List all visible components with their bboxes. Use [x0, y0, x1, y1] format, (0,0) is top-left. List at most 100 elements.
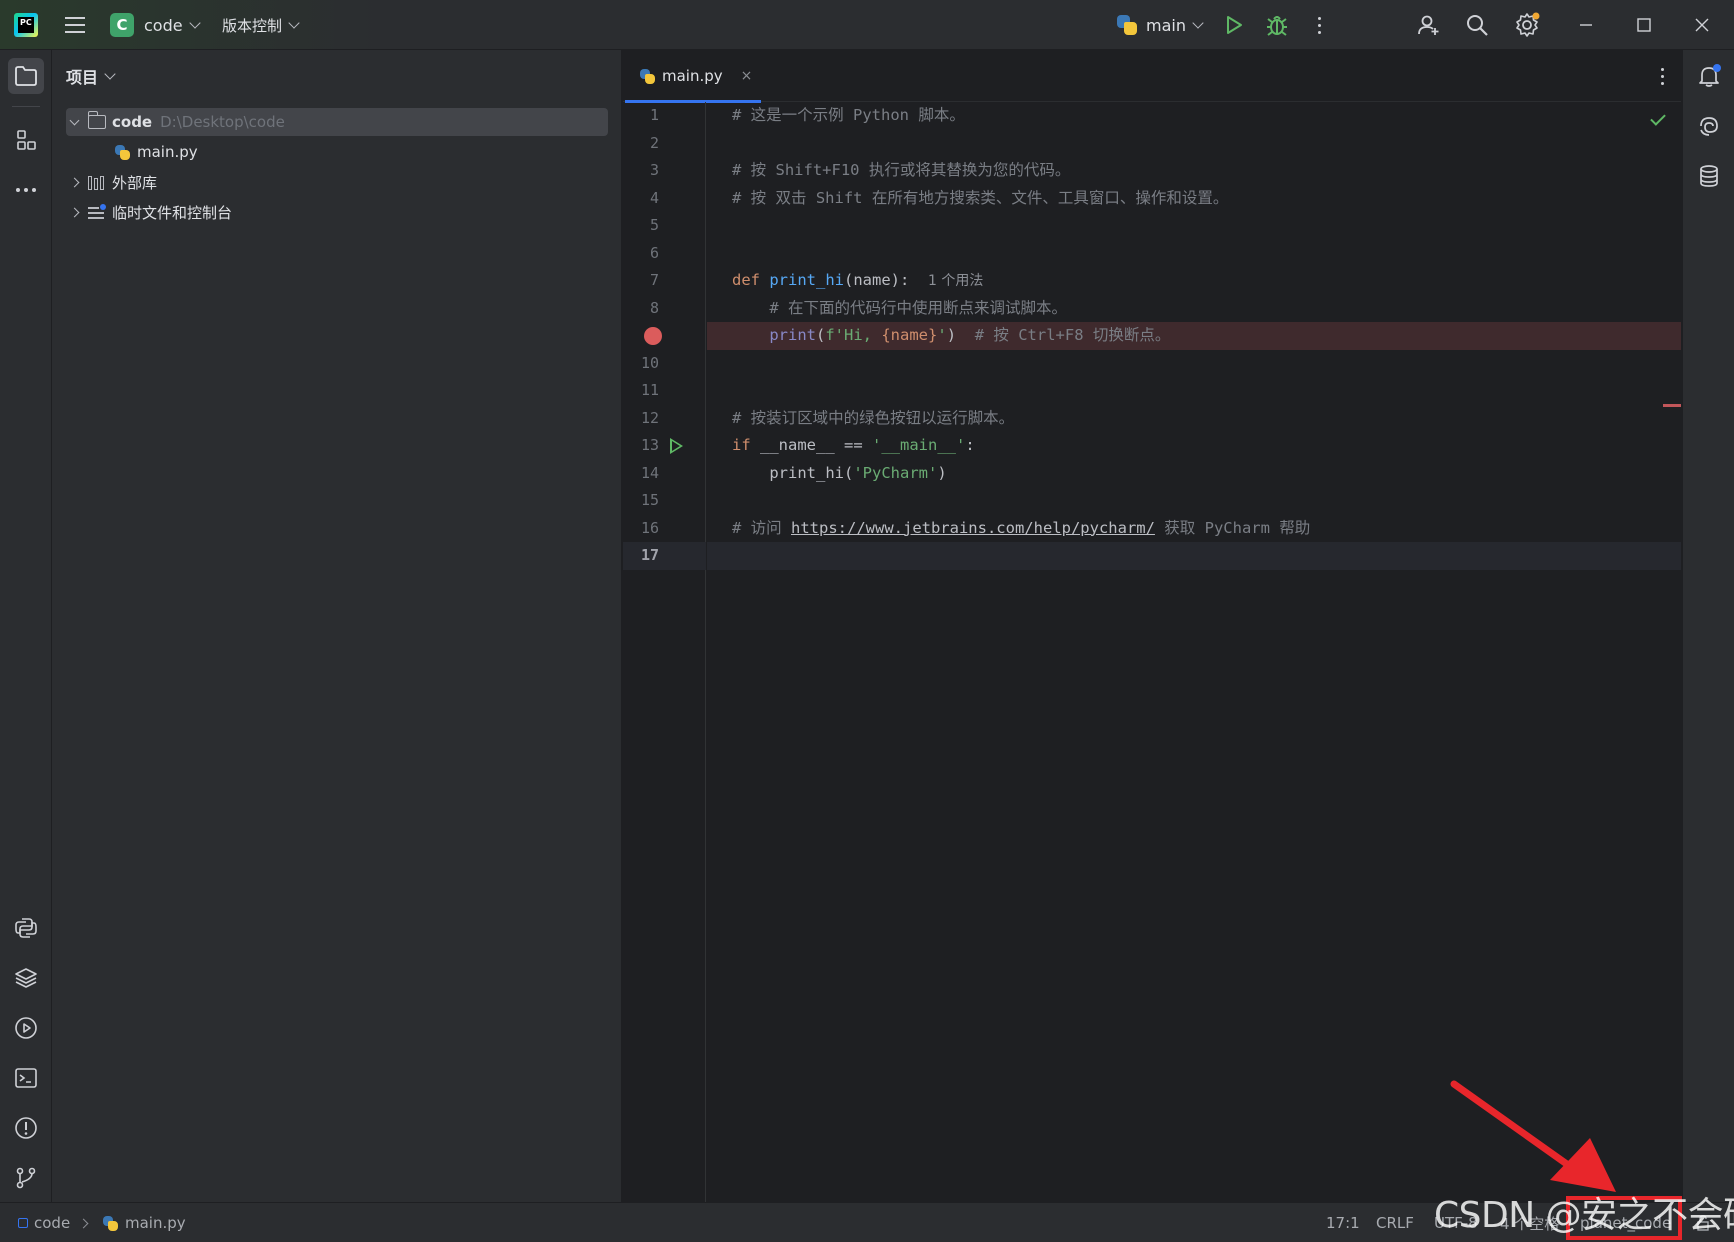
- string: f'Hi,: [825, 326, 882, 344]
- comment: # 按 Ctrl+F8 切换断点。: [974, 326, 1171, 344]
- close-icon[interactable]: [1682, 0, 1722, 50]
- settings-icon[interactable]: [1514, 0, 1540, 50]
- python-packages-icon[interactable]: [8, 960, 44, 996]
- python-console-icon[interactable]: [8, 910, 44, 946]
- code-line[interactable]: def print_hi(name): 1 个用法: [707, 267, 1681, 295]
- expand-arrow-icon[interactable]: [66, 204, 82, 220]
- right-tool-strip: [1682, 50, 1734, 1202]
- debug-button[interactable]: [1266, 0, 1288, 50]
- code-text: :: [965, 436, 975, 454]
- project-folder-icon[interactable]: [8, 58, 44, 94]
- debug-icon: [1267, 16, 1287, 36]
- tab-main-py[interactable]: main.py ×: [623, 50, 761, 103]
- line-number: 7: [649, 271, 659, 289]
- line-number: 5: [649, 216, 659, 234]
- git-icon[interactable]: [8, 1160, 44, 1196]
- ai-assistant-icon[interactable]: [1691, 108, 1727, 144]
- vcs-menu[interactable]: 版本控制: [222, 0, 300, 50]
- function-name: print_hi: [769, 271, 844, 289]
- string: 'PyCharm': [853, 463, 938, 482]
- line-separator[interactable]: CRLF: [1376, 1203, 1414, 1242]
- pycharm-logo-icon[interactable]: PC: [14, 13, 38, 37]
- comment: # 按 Shift+F10 执行或将其替换为您的代码。: [732, 161, 1071, 179]
- project-panel: 项目 code D:\Desktop\code main.py 外部库 临时文件…: [52, 50, 622, 1202]
- project-badge[interactable]: C: [110, 13, 134, 37]
- maximize-icon[interactable]: [1624, 0, 1664, 50]
- comment: 获取 PyCharm 帮助: [1154, 518, 1311, 537]
- code-line[interactable]: # 访问 https://www.jetbrains.com/help/pych…: [707, 515, 1681, 543]
- problems-icon[interactable]: [8, 1110, 44, 1146]
- project-panel-header[interactable]: 项目: [66, 64, 116, 88]
- terminal-icon[interactable]: [8, 1060, 44, 1096]
- breakpoint-line[interactable]: print(f'Hi, {name}') # 按 Ctrl+F8 切换断点。: [707, 322, 1681, 350]
- left-tool-strip: [0, 50, 52, 1202]
- expand-arrow-icon[interactable]: [66, 174, 82, 190]
- hamburger-menu-icon[interactable]: [62, 0, 88, 50]
- strip-separator: [12, 106, 40, 107]
- database-icon[interactable]: [1691, 158, 1727, 194]
- caret-position[interactable]: 17:1: [1326, 1203, 1360, 1242]
- tree-item-main-py[interactable]: main.py: [114, 138, 608, 166]
- code-text: ): [946, 326, 957, 344]
- line-number: 15: [640, 491, 659, 509]
- services-icon[interactable]: [8, 1010, 44, 1046]
- line-number: 13: [640, 436, 659, 454]
- tab-more-icon[interactable]: [1657, 66, 1667, 86]
- code-line[interactable]: # 这是一个示例 Python 脚本。: [707, 102, 1681, 130]
- more-actions-icon[interactable]: [1314, 0, 1324, 50]
- search-icon[interactable]: [1464, 0, 1490, 50]
- breakpoint-icon[interactable]: [644, 327, 662, 345]
- line-number: 2: [649, 133, 659, 152]
- project-name: code: [144, 15, 183, 35]
- python-file-icon: [639, 68, 656, 85]
- help-link[interactable]: https://www.jetbrains.com/help/pycharm/: [791, 519, 1155, 537]
- tab-label: main.py: [662, 67, 723, 85]
- notification-badge: [1713, 64, 1721, 72]
- run-config-selector[interactable]: main: [1116, 0, 1204, 50]
- code-line[interactable]: # 在下面的代码行中使用断点来调试脚本。: [707, 295, 1681, 323]
- breadcrumb-file[interactable]: main.py: [102, 1203, 186, 1242]
- chevron-down-icon: [104, 67, 116, 80]
- title-bar: PC C code 版本控制 main: [0, 0, 1734, 50]
- usage-hint[interactable]: 1 个用法: [928, 273, 983, 289]
- code-line[interactable]: if __name__ == '__main__':: [707, 432, 1681, 460]
- line-number: 8: [649, 298, 659, 317]
- code-line[interactable]: # 按 Shift+F10 执行或将其替换为您的代码。: [707, 157, 1681, 185]
- code-line[interactable]: # 按装订区域中的绿色按钮以运行脚本。: [707, 405, 1681, 433]
- chevron-down-icon: [288, 16, 300, 29]
- run-config-label: main: [1146, 15, 1186, 35]
- code-area[interactable]: # 这是一个示例 Python 脚本。 # 按 Shift+F10 执行或将其替…: [707, 102, 1681, 1202]
- tree-item-root[interactable]: code D:\Desktop\code: [66, 108, 608, 136]
- project-switcher[interactable]: code: [144, 0, 201, 50]
- tree-item-path: D:\Desktop\code: [160, 113, 285, 131]
- editor-gutter[interactable]: 1 2 3 4 5 6 7 8 10 11 12 13 14 15 16 17: [623, 102, 706, 1202]
- run-button[interactable]: [1224, 0, 1244, 50]
- notifications-icon[interactable]: [1691, 58, 1727, 94]
- scrollbar-breakpoint-marker[interactable]: [1663, 404, 1681, 407]
- annotation-arrow-icon: [1450, 1080, 1616, 1192]
- code-text: (name):: [844, 271, 910, 289]
- comment: # 按 双击 Shift 在所有地方搜索类、文件、工具窗口、操作和设置。: [732, 188, 1229, 207]
- code-line[interactable]: print_hi('PyCharm'): [707, 460, 1681, 488]
- close-tab-icon[interactable]: ×: [741, 68, 753, 84]
- structure-icon[interactable]: [8, 122, 44, 158]
- fstring-expr: {name}: [881, 326, 938, 344]
- comment: # 按装订区域中的绿色按钮以运行脚本。: [732, 408, 1015, 427]
- breadcrumb-project[interactable]: code: [18, 1203, 70, 1242]
- tree-item-external-libs[interactable]: 外部库: [66, 168, 608, 196]
- tree-item-label: main.py: [137, 143, 198, 161]
- line-number: 11: [640, 381, 659, 399]
- library-icon: [88, 174, 106, 190]
- minimize-icon[interactable]: [1566, 0, 1606, 50]
- chevron-down-icon: [1192, 16, 1204, 29]
- add-user-icon[interactable]: [1416, 0, 1442, 50]
- run-gutter-icon[interactable]: [670, 438, 683, 454]
- code-line[interactable]: # 按 双击 Shift 在所有地方搜索类、文件、工具窗口、操作和设置。: [707, 185, 1681, 213]
- tree-item-scratches[interactable]: 临时文件和控制台: [66, 198, 608, 226]
- current-line[interactable]: [707, 542, 1681, 570]
- expand-arrow-icon[interactable]: [66, 114, 82, 130]
- breadcrumb-project-label: code: [34, 1214, 71, 1232]
- more-tools-icon[interactable]: [8, 172, 44, 208]
- editor-tab-bar: main.py ×: [623, 50, 1681, 103]
- tree-item-label: 临时文件和控制台: [112, 203, 233, 222]
